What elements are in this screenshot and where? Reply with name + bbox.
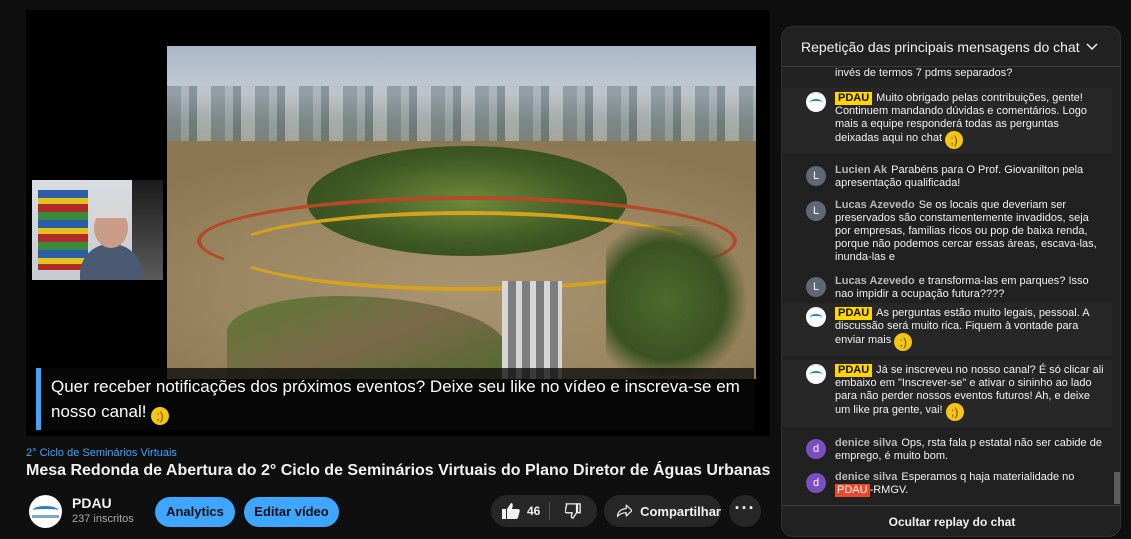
presenter-body xyxy=(80,244,142,280)
presenter-hair xyxy=(94,204,128,218)
author-name[interactable]: denice silva xyxy=(835,471,897,483)
author-name[interactable]: Lucas Azevedo xyxy=(835,275,915,287)
wink-emoji-icon: ;) xyxy=(945,403,964,421)
chat-message-owner: PDAU As perguntas estão muito legais, pes… xyxy=(782,303,1112,356)
chat-message: L Lucas Azevedo e transforma-las em parqu… xyxy=(782,273,1112,301)
divider xyxy=(549,502,550,520)
more-actions-button[interactable]: ··· xyxy=(729,495,761,527)
user-avatar[interactable]: d xyxy=(806,439,826,459)
chat-message: d denice silva Ops, rsta fala p estatal n… xyxy=(782,435,1112,463)
message-text: Esperamos q haja materialidade no xyxy=(901,471,1075,483)
logo-wave-icon xyxy=(33,506,58,514)
user-avatar[interactable]: d xyxy=(806,473,826,493)
chat-message-owner: PDAU Muito obrigado pelas contribuições, … xyxy=(782,88,1112,154)
message-text: invés de termos 7 pdms separados? xyxy=(835,67,1013,79)
like-button[interactable]: 46 xyxy=(491,495,548,527)
hide-chat-replay-button[interactable]: Ocultar replay do chat xyxy=(782,505,1120,536)
owner-badge[interactable]: PDAU xyxy=(835,364,873,377)
user-avatar[interactable]: L xyxy=(806,166,826,186)
author-name[interactable]: Lucien Ak xyxy=(835,164,887,176)
owner-badge[interactable]: PDAU xyxy=(835,307,873,320)
chat-message-owner: PDAU Já se inscreveu no nosso canal? É só… xyxy=(782,360,1112,427)
wink-emoji-icon: ;) xyxy=(945,131,964,149)
like-count: 46 xyxy=(527,504,541,518)
user-avatar[interactable]: L xyxy=(806,201,826,221)
presenter-webcam xyxy=(32,180,163,280)
analytics-button[interactable]: Analytics xyxy=(155,497,235,527)
chat-message: L Lucien Ak Parabéns para O Prof. Giovani… xyxy=(782,162,1112,190)
channel-mention: PDAU xyxy=(835,484,870,497)
series-link[interactable]: 2° Ciclo de Seminários Virtuais xyxy=(26,447,177,459)
share-button[interactable]: Compartilhar xyxy=(604,495,721,527)
chat-message: d denice silva Esperamos q haja materiali… xyxy=(782,469,1112,497)
message-text-after: -RMGV. xyxy=(869,484,909,496)
chevron-down-icon[interactable] xyxy=(1086,42,1098,51)
video-player[interactable]: Quer receber notificações dos próximos e… xyxy=(26,10,770,436)
chat-message: invés de termos 7 pdms separados? xyxy=(782,67,1112,80)
pier-structure xyxy=(502,281,562,379)
thumbs-down-icon xyxy=(565,503,581,519)
logo-text-line xyxy=(32,515,59,518)
trees xyxy=(606,226,756,376)
subscriber-count: 237 inscritos xyxy=(72,513,134,525)
user-avatar[interactable]: L xyxy=(806,277,826,297)
youtube-watch-page: Quer receber notificações dos próximos e… xyxy=(0,0,1131,539)
owner-badge[interactable]: PDAU xyxy=(835,92,873,105)
chat-mode-title: Repetição das principais mensagens do ch… xyxy=(801,38,1080,55)
edit-video-button[interactable]: Editar vídeo xyxy=(244,497,339,527)
chat-message-list[interactable]: invés de termos 7 pdms separados? PDAU Mu… xyxy=(782,67,1120,504)
author-name[interactable]: Lucas Azevedo xyxy=(835,199,915,211)
video-title: Mesa Redonda de Abertura do 2° Ciclo de … xyxy=(26,462,771,479)
author-name[interactable]: denice silva xyxy=(835,437,897,449)
chat-replay-panel: Repetição das principais mensagens do ch… xyxy=(781,26,1121,537)
channel-avatar[interactable] xyxy=(29,495,62,528)
share-arrow-icon xyxy=(617,504,633,518)
like-dislike-group: 46 xyxy=(491,495,597,527)
chat-message: L Lucas Azevedo Se os locais que deveriam… xyxy=(782,197,1112,264)
video-frame-aerial-park[interactable] xyxy=(167,46,756,379)
chat-header[interactable]: Repetição das principais mensagens do ch… xyxy=(782,27,1120,67)
pdau-avatar[interactable] xyxy=(806,364,826,384)
thumbs-up-icon xyxy=(502,503,520,519)
pdau-avatar[interactable] xyxy=(806,307,826,327)
presenter xyxy=(80,198,142,280)
message-text: As perguntas estão muito legais, pessoal… xyxy=(835,307,1089,346)
message-text: Já se inscreveu no nosso canal? É só cli… xyxy=(835,364,1104,416)
wink-emoji-icon: ;) xyxy=(894,333,913,351)
pdau-avatar[interactable] xyxy=(806,92,826,112)
city-skyline xyxy=(167,86,756,146)
wink-emoji-icon: ;) xyxy=(150,407,169,425)
dislike-button[interactable] xyxy=(555,495,591,527)
chat-scrollbar[interactable] xyxy=(1114,472,1120,504)
share-label: Compartilhar xyxy=(640,503,721,519)
caption-overlay: Quer receber notificações dos próximos e… xyxy=(36,368,754,430)
channel-name[interactable]: PDAU xyxy=(72,495,112,511)
